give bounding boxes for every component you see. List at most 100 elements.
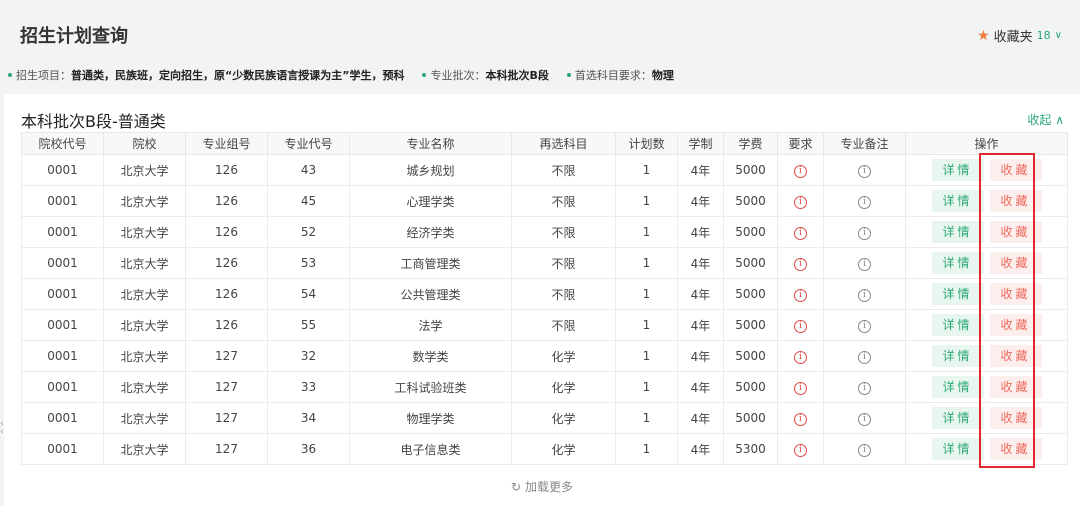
cell-requirement: i	[777, 154, 824, 186]
table-row: 0001 北京大学 127 32 数学类 化学 1 4年 5000 i i 详情 收藏	[21, 340, 1068, 372]
cell-major-name: 公共管理类	[349, 278, 512, 310]
detail-button[interactable]: 详情	[931, 314, 984, 336]
cell-duration: 4年	[677, 247, 724, 279]
info-icon[interactable]: i	[858, 227, 871, 240]
info-icon[interactable]: i	[794, 258, 807, 271]
cell-tuition: 5000	[723, 154, 778, 186]
collapse-button[interactable]: 收起 ∧	[1027, 111, 1064, 128]
cell-plan-count: 1	[615, 340, 678, 372]
header-duration: 学制	[677, 132, 724, 155]
cell-plan-count: 1	[615, 402, 678, 434]
cell-school: 北京大学	[103, 309, 186, 341]
detail-button[interactable]: 详情	[931, 190, 984, 212]
cell-group-no: 127	[185, 433, 268, 465]
cell-major-note: i	[823, 216, 906, 248]
info-icon[interactable]: i	[794, 227, 807, 240]
cell-requirement: i	[777, 185, 824, 217]
table-row: 0001 北京大学 127 33 工科试验班类 化学 1 4年 5000 i i 详情 收藏	[21, 371, 1068, 403]
side-collapse-icon[interactable]: ‹ ‹	[0, 420, 4, 437]
cell-requirement: i	[777, 340, 824, 372]
info-icon[interactable]: i	[794, 444, 807, 457]
cell-requirement: i	[777, 433, 824, 465]
cell-group-no: 126	[185, 185, 268, 217]
cell-tuition: 5000	[723, 402, 778, 434]
info-icon[interactable]: i	[794, 196, 807, 209]
cell-tuition: 5000	[723, 371, 778, 403]
info-icon[interactable]: i	[794, 289, 807, 302]
filter-bar: 招生项目： 普通类，民族班，定向招生，原“少数民族语言授课为主”学生，预科 专业…	[8, 67, 692, 83]
detail-button[interactable]: 详情	[931, 438, 984, 460]
cell-school: 北京大学	[103, 340, 186, 372]
result-card: 本科批次B段-普通类 收起 ∧ 院校代号 院校 专业组号 专业代号 专业名称 再…	[4, 94, 1080, 506]
cell-requirement: i	[777, 402, 824, 434]
header-major-name: 专业名称	[349, 132, 512, 155]
cell-requirement: i	[777, 309, 824, 341]
table-row: 0001 北京大学 126 45 心理学类 不限 1 4年 5000 i i 详情 收藏	[21, 185, 1068, 217]
info-icon[interactable]: i	[858, 444, 871, 457]
cell-plan-count: 1	[615, 371, 678, 403]
cell-school-code: 0001	[21, 278, 104, 310]
detail-button[interactable]: 详情	[931, 221, 984, 243]
cell-school-code: 0001	[21, 185, 104, 217]
cell-tuition: 5000	[723, 216, 778, 248]
cell-school-code: 0001	[21, 402, 104, 434]
info-icon[interactable]: i	[858, 258, 871, 271]
section-title: 本科批次B段-普通类	[21, 112, 166, 131]
cell-tuition: 5000	[723, 309, 778, 341]
detail-button[interactable]: 详情	[931, 283, 984, 305]
table-row: 0001 北京大学 126 53 工商管理类 不限 1 4年 5000 i i 详情 收藏	[21, 247, 1068, 279]
header-plan-count: 计划数	[615, 132, 678, 155]
cell-requirement: i	[777, 247, 824, 279]
cell-group-no: 126	[185, 247, 268, 279]
page-title: 招生计划查询	[20, 26, 128, 47]
detail-button[interactable]: 详情	[931, 345, 984, 367]
table-row: 0001 北京大学 127 36 电子信息类 化学 1 4年 5300 i i 详情 收藏	[21, 433, 1068, 465]
cell-duration: 4年	[677, 278, 724, 310]
info-icon[interactable]: i	[858, 413, 871, 426]
cell-major-code: 55	[267, 309, 350, 341]
detail-button[interactable]: 详情	[931, 252, 984, 274]
star-icon: ★	[977, 27, 990, 44]
favorites-button[interactable]: ★ 收藏夹 18 ∨	[977, 26, 1062, 46]
info-icon[interactable]: i	[858, 351, 871, 364]
bullet-icon	[8, 73, 12, 77]
cell-group-no: 126	[185, 216, 268, 248]
cell-second-subject: 不限	[511, 185, 616, 217]
filter-first-subject: 首选科目要求： 物理	[566, 67, 674, 83]
detail-button[interactable]: 详情	[931, 407, 984, 429]
filter-batch: 专业批次： 本科批次B段	[422, 67, 549, 83]
header-second-subject: 再选科目	[511, 132, 616, 155]
info-icon[interactable]: i	[794, 382, 807, 395]
info-icon[interactable]: i	[858, 196, 871, 209]
cell-second-subject: 不限	[511, 154, 616, 186]
cell-school: 北京大学	[103, 185, 186, 217]
load-more-button[interactable]: ↻ 加载更多	[4, 478, 1080, 495]
info-icon[interactable]: i	[794, 413, 807, 426]
info-icon[interactable]: i	[858, 289, 871, 302]
info-icon[interactable]: i	[858, 320, 871, 333]
table-header-row: 院校代号 院校 专业组号 专业代号 专业名称 再选科目 计划数 学制 学费 要求…	[21, 132, 1068, 155]
cell-second-subject: 不限	[511, 247, 616, 279]
cell-school-code: 0001	[21, 340, 104, 372]
cell-major-code: 36	[267, 433, 350, 465]
info-icon[interactable]: i	[858, 382, 871, 395]
table-row: 0001 北京大学 126 43 城乡规划 不限 1 4年 5000 i i 详情 收藏	[21, 154, 1068, 186]
favorites-label: 收藏夹	[993, 30, 1033, 45]
filter-value: 物理	[651, 69, 674, 82]
header-tuition: 学费	[723, 132, 778, 155]
detail-button[interactable]: 详情	[931, 376, 984, 398]
cell-school: 北京大学	[103, 371, 186, 403]
cell-major-code: 32	[267, 340, 350, 372]
cell-group-no: 127	[185, 340, 268, 372]
detail-button[interactable]: 详情	[931, 159, 984, 181]
plan-table: 院校代号 院校 专业组号 专业代号 专业名称 再选科目 计划数 学制 学费 要求…	[21, 132, 1068, 465]
info-icon[interactable]: i	[794, 351, 807, 364]
info-icon[interactable]: i	[858, 165, 871, 178]
cell-group-no: 126	[185, 309, 268, 341]
cell-major-name: 心理学类	[349, 185, 512, 217]
cell-major-name: 数学类	[349, 340, 512, 372]
cell-requirement: i	[777, 278, 824, 310]
info-icon[interactable]: i	[794, 165, 807, 178]
table-row: 0001 北京大学 126 52 经济学类 不限 1 4年 5000 i i 详情 收藏	[21, 216, 1068, 248]
info-icon[interactable]: i	[794, 320, 807, 333]
